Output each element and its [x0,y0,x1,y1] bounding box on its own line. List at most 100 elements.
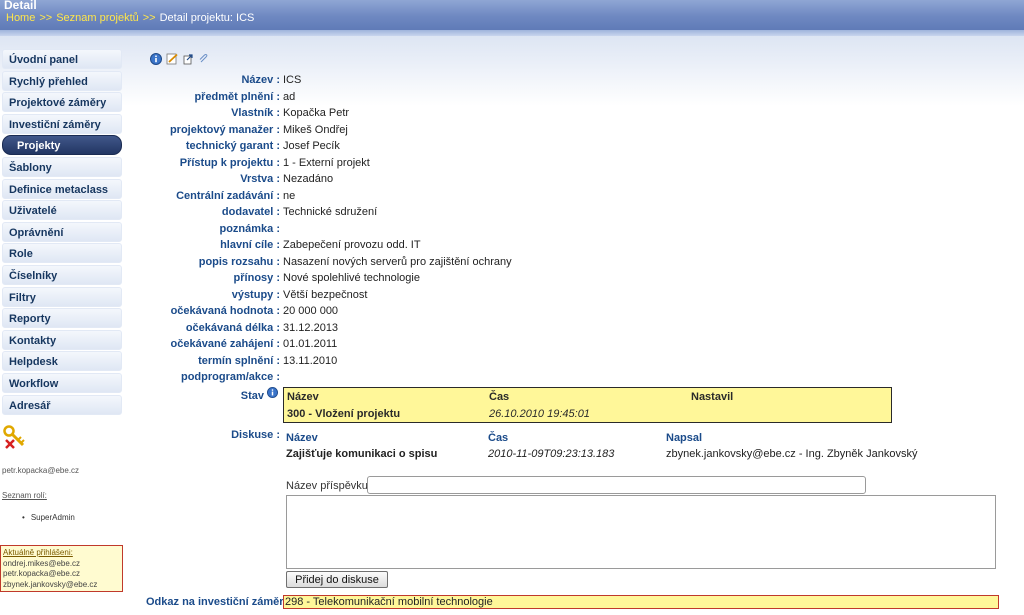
field-value: Nezadáno [283,173,334,185]
discussion-cell-author: zbynek.jankovsky@ebe.cz - Ing. Zbyněk Ja… [666,448,918,460]
field-row: poznámka : [0,221,280,237]
field-value: Zabepečení provozu odd. IT [283,239,421,251]
field-label: Vlastník : [231,107,280,119]
field-value: ad [283,90,296,103]
field-row: Vrstva : Nezadáno [0,171,333,187]
current-user-email: petr.kopacka@ebe.cz [2,466,80,475]
field-row: Centrální zadávání : ne [0,188,295,204]
field-value: Nové spolehlivé technologie [283,272,420,284]
field-row: projektový manažer : Mikeš Ondřej [0,122,348,138]
breadcrumb-separator: >> [142,12,156,24]
field-value: 20 000 000 [283,305,339,317]
field-value: Větší bezpečnost [283,288,368,301]
export-icon[interactable] [182,53,194,65]
page-title: Detail [4,0,37,12]
field-label: předmět plnění : [194,90,280,103]
state-info-icon[interactable] [267,387,278,398]
field-label: podprogram/akce : [180,371,280,383]
field-label: Přístup k projektu : [179,156,280,169]
logged-user: petr.kopacka@ebe.cz [3,569,81,578]
field-label: dodavatel : [221,206,280,218]
discussion-cell-time: 2010-11-09T09:23:13.183 [488,448,615,460]
field-row: Název : ICS [0,72,301,88]
discussion-cell-name[interactable]: Zajišťuje komunikaci o spisu [286,448,437,460]
field-label: výstupy : [231,288,280,301]
field-label: hlavní cíle : [220,239,280,251]
roles-list: SuperAdmin [22,513,75,522]
field-label: termín splnění : [198,354,280,367]
breadcrumb-projects-link[interactable]: Seznam projektů [56,12,139,24]
field-label: Název : [241,74,280,86]
info-icon[interactable] [150,53,162,65]
sidebar-item-uvodni-panel[interactable]: Úvodní panel [2,49,122,69]
field-row: popis rozsahu : Nasazení nových serverů p… [0,254,512,270]
breadcrumb-current: Detail projektu: ICS [159,12,255,24]
field-label: poznámka : [219,222,280,235]
field-label: Centrální zadávání : [176,189,280,202]
field-value: 1 - Externí projekt [283,156,370,169]
field-value: ne [283,189,296,202]
logged-users-box: Aktuálně přihlášeni: ondrej.mikes@ebe.cz… [0,545,123,592]
breadcrumb-home-link[interactable]: Home [6,12,35,24]
field-row: předmět plnění : ad [0,89,295,105]
field-value: 01.01.2011 [283,338,338,350]
field-row: přínosy : Nové spolehlivé technologie [0,270,420,286]
state-cell-name: 300 - Vložení projektu [287,408,401,420]
field-row: termín splnění :13.11.2010 [0,353,337,369]
logged-users-title: Aktuálně přihlášeni: [3,548,73,557]
post-title-label: Název příspěvku: [286,480,371,492]
field-label: popis rozsahu : [198,255,280,268]
field-row: Vlastník : Kopačka Petr [0,105,349,121]
state-header-name: Název [287,391,319,403]
field-row: očekávaná délka :31.12.2013 [0,320,338,336]
field-label: přínosy : [233,272,280,284]
logged-user: zbynek.jankovsky@ebe.cz [3,579,98,589]
state-header-set-by: Nastavil [691,391,734,403]
field-label: očekávaná délka : [185,321,280,334]
discussion-header-name: Název [286,432,318,444]
attach-icon[interactable] [198,53,210,65]
field-row: Přístup k projektu :1 - Externí projekt [0,155,370,171]
post-text-area[interactable] [286,495,996,569]
detail-toolbar [150,53,210,65]
roles-title: Seznam rolí: [2,491,47,500]
field-value: Mikeš Ondřej [283,123,348,136]
discussion-label-row: Diskuse : [0,427,280,443]
edit-icon[interactable] [166,53,178,65]
field-row: dodavatel : Technické sdružení [0,204,377,220]
field-value: 13.11.2010 [283,354,338,367]
post-title-input[interactable] [367,476,866,494]
state-table: Název Čas Nastavil 300 - Vložení projekt… [283,387,892,423]
state-label: Stav [240,390,264,402]
field-label: technický garant : [185,140,280,152]
field-row: technický garant : Josef Pecík [0,138,340,154]
logged-user: ondrej.mikes@ebe.cz [3,558,81,568]
page-header: Detail Home >> Seznam projektů >> Detail pro… [0,0,1024,36]
field-label: projektový manažer : [169,123,280,136]
field-label: očekávané zahájení : [170,338,280,350]
field-row: hlavní cíle : Zabepečení provozu odd. IT [0,237,421,253]
discussion-header-author: Napsal [666,432,703,444]
discussion-header-time: Čas [488,432,509,444]
state-cell-time: 26.10.2010 19:45:01 [489,408,590,420]
field-row: podprogram/akce : [0,369,280,385]
field-value: 31.12.2013 [283,321,339,334]
investment-link-value[interactable]: 298 - Telekomunikační mobilní technologi… [283,595,999,609]
state-header-time: Čas [489,391,510,403]
role-item: SuperAdmin [22,513,75,522]
field-label: očekávaná hodnota : [170,305,280,317]
field-value: Technické sdružení [283,206,378,218]
state-label-row: Stav [0,388,264,404]
field-row: výstupy : Větší bezpečnost [0,287,368,303]
field-row: očekávaná hodnota :20 000 000 [0,303,338,319]
breadcrumb: Home >> Seznam projektů >> Detail projektu: … [6,12,254,24]
field-value: Josef Pecík [283,140,340,152]
breadcrumb-separator: >> [39,12,53,24]
add-to-discussion-button[interactable]: Přidej do diskuse [286,571,388,588]
field-value: Nasazení nových serverů pro zajištění oc… [283,255,512,268]
field-row: očekávané zahájení :01.01.2011 [0,336,338,352]
discussion-label: Diskuse : [231,429,280,441]
field-value: ICS [283,74,302,86]
field-value: Kopačka Petr [283,107,350,119]
investment-link-label: Odkaz na investiční záměr : [146,596,291,608]
